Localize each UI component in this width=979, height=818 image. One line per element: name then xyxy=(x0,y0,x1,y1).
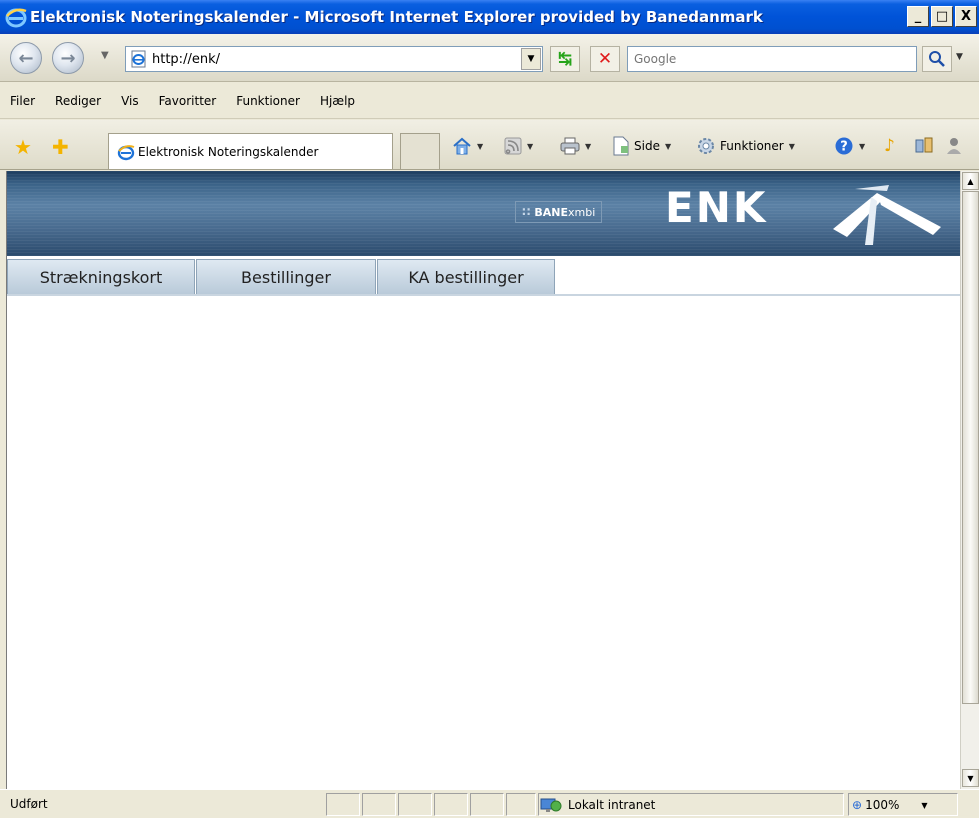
menu-bar: Filer Rediger Vis Favoritter Funktioner … xyxy=(0,83,979,119)
browser-tab-title: Elektronisk Noteringskalender xyxy=(138,144,319,159)
feeds-icon xyxy=(504,137,522,155)
search-input[interactable] xyxy=(634,52,904,66)
add-favorite-icon[interactable]: ✚ xyxy=(52,135,69,159)
stop-button[interactable]: ✕ xyxy=(590,46,620,72)
research-button[interactable]: ♪ xyxy=(884,135,895,157)
zone-label: Lokalt intranet xyxy=(568,798,656,812)
page-menu-icon xyxy=(613,136,629,156)
close-button[interactable]: X xyxy=(955,6,977,27)
address-toolbar: ← → ▼ ▼ ↹ ✕ ▼ xyxy=(0,34,979,82)
menu-hjaelp[interactable]: Hjælp xyxy=(320,94,355,108)
refresh-icon: ↹ xyxy=(557,49,573,69)
status-pane xyxy=(434,793,468,816)
status-bar: Udført Lokalt intranet ⊕ 100% ▼ xyxy=(0,789,979,818)
tab-straekningskort[interactable]: Strækningskort xyxy=(7,259,195,294)
tab-bestillinger[interactable]: Bestillinger xyxy=(196,259,376,294)
address-field[interactable] xyxy=(125,46,543,72)
status-pane xyxy=(506,793,536,816)
page-menu-label: Side xyxy=(634,139,660,153)
messenger-icon xyxy=(947,138,961,154)
window-controls: _ □ X xyxy=(907,6,977,27)
tools-gear-icon xyxy=(698,138,714,154)
window-title: Elektronisk Noteringskalender - Microsof… xyxy=(30,8,763,26)
refresh-button[interactable]: ↹ xyxy=(550,46,580,72)
research-icon xyxy=(915,137,933,153)
command-bar: ★ ✚ Elektronisk Noteringskalender ▼ ▼ ▼ xyxy=(0,120,979,170)
print-icon xyxy=(560,137,580,155)
stop-icon: ✕ xyxy=(597,49,613,69)
research-icon: ♪ xyxy=(884,136,895,156)
security-zone[interactable]: Lokalt intranet xyxy=(540,794,655,816)
status-pane xyxy=(362,793,396,816)
help-icon: ? xyxy=(835,137,853,155)
address-dropdown-button[interactable]: ▼ xyxy=(521,48,541,70)
menu-filer[interactable]: Filer xyxy=(10,94,35,108)
recent-pages-dropdown[interactable]: ▼ xyxy=(101,50,109,61)
scroll-down-button[interactable]: ▼ xyxy=(962,769,979,787)
menu-funktioner[interactable]: Funktioner xyxy=(236,94,300,108)
scroll-thumb[interactable] xyxy=(962,191,979,704)
search-button[interactable] xyxy=(922,46,952,72)
search-icon xyxy=(929,51,945,67)
back-button[interactable]: ← xyxy=(10,42,42,74)
extension-button[interactable] xyxy=(914,135,934,157)
bane-logo: ∷ BANE xmbi xyxy=(515,201,603,223)
status-pane xyxy=(326,793,360,816)
help-button[interactable]: ? ▼ xyxy=(834,135,865,157)
new-tab-button[interactable] xyxy=(400,133,440,169)
back-arrow-icon: ← xyxy=(18,47,34,69)
ie-logo-icon xyxy=(5,8,27,28)
menu-vis[interactable]: Vis xyxy=(121,94,139,108)
search-field[interactable] xyxy=(627,46,917,72)
vertical-scrollbar[interactable]: ▲ ▼ xyxy=(960,171,979,789)
status-pane xyxy=(398,793,432,816)
maximize-button[interactable]: □ xyxy=(931,6,953,27)
status-text: Udført xyxy=(10,797,48,811)
favorites-star-icon[interactable]: ★ xyxy=(14,135,32,159)
address-input[interactable] xyxy=(152,51,512,67)
banedanmark-logo-icon xyxy=(833,185,941,245)
search-options-dropdown[interactable]: ▼ xyxy=(956,52,963,62)
page-viewport[interactable]: ∷ BANE xmbi ENK Strækningskort Bestilling… xyxy=(6,171,960,789)
app-tab-strip: Strækningskort Bestillinger KA bestillin… xyxy=(7,256,960,296)
print-button[interactable]: ▼ xyxy=(560,135,591,157)
forward-arrow-icon: → xyxy=(60,47,76,69)
home-icon xyxy=(453,137,471,155)
scroll-up-button[interactable]: ▲ xyxy=(962,172,979,190)
intranet-zone-icon xyxy=(540,798,562,812)
home-button[interactable]: ▼ xyxy=(452,135,483,157)
menu-rediger[interactable]: Rediger xyxy=(55,94,101,108)
page-menu-button[interactable]: Side ▼ xyxy=(612,135,671,157)
browser-tab-active[interactable]: Elektronisk Noteringskalender xyxy=(108,133,393,169)
app-banner: ∷ BANE xmbi ENK xyxy=(7,171,960,256)
window-title-bar[interactable]: Elektronisk Noteringskalender - Microsof… xyxy=(0,0,979,34)
enk-logo: ENK xyxy=(665,183,768,232)
tools-menu-label: Funktioner xyxy=(720,139,784,153)
ie-logo-icon xyxy=(117,144,135,160)
zoom-icon: ⊕ xyxy=(852,798,863,812)
menu-favoritter[interactable]: Favoritter xyxy=(159,94,217,108)
zoom-level: 100% xyxy=(865,798,900,812)
status-pane xyxy=(470,793,504,816)
tools-menu-button[interactable]: Funktioner ▼ xyxy=(696,135,795,157)
page-icon xyxy=(131,50,146,68)
svg-text:?: ? xyxy=(840,140,848,155)
tab-ka-bestillinger[interactable]: KA bestillinger xyxy=(377,259,555,294)
feeds-button[interactable]: ▼ xyxy=(504,135,533,157)
messenger-button[interactable] xyxy=(944,135,964,157)
zoom-control[interactable]: ⊕ 100% ▼ xyxy=(852,794,928,816)
forward-button[interactable]: → xyxy=(52,42,84,74)
minimize-button[interactable]: _ xyxy=(907,6,929,27)
